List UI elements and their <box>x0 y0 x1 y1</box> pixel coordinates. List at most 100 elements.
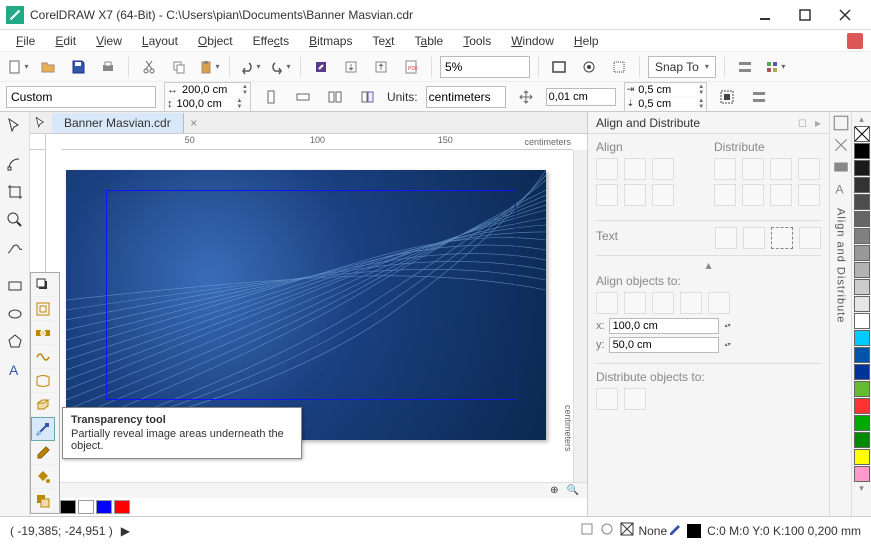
export-button[interactable] <box>369 55 393 79</box>
show-rulers-button[interactable] <box>577 55 601 79</box>
dist-spacing-h-button[interactable] <box>770 158 792 180</box>
vertical-scrollbar[interactable] <box>573 150 587 482</box>
copy-button[interactable] <box>167 55 191 79</box>
zoom-tool[interactable] <box>3 208 27 232</box>
dist-bottom-button[interactable] <box>798 184 820 206</box>
docker-close-icon[interactable]: ▸ <box>815 116 821 130</box>
text-baseline2-button[interactable] <box>743 227 765 249</box>
fill-none-icon[interactable] <box>620 522 634 539</box>
docker-tab-icon[interactable] <box>832 158 850 176</box>
envelope-tool[interactable] <box>31 369 55 393</box>
blend-tool[interactable] <box>31 321 55 345</box>
document-tab[interactable]: Banner Masvian.cdr <box>52 113 184 133</box>
align-left-button[interactable] <box>596 158 618 180</box>
fullscreen-preview-button[interactable] <box>547 55 571 79</box>
menu-view[interactable]: View <box>88 32 130 50</box>
undo-button[interactable]: ▾ <box>238 55 262 79</box>
palette-swatch[interactable] <box>854 466 870 482</box>
menu-file[interactable]: File <box>8 32 43 50</box>
drop-shadow-tool[interactable] <box>31 273 55 297</box>
palette-swatch[interactable] <box>854 330 870 346</box>
save-button[interactable] <box>66 55 90 79</box>
current-page-button[interactable] <box>355 85 379 109</box>
snap-to-dropdown[interactable]: Snap To ▾ <box>648 56 716 78</box>
palette-swatch[interactable] <box>854 245 870 261</box>
print-button[interactable] <box>96 55 120 79</box>
color-eyedropper-tool[interactable] <box>31 441 55 465</box>
color-swatch[interactable] <box>114 500 130 514</box>
color-swatch[interactable] <box>96 500 112 514</box>
new-button[interactable]: ▾ <box>6 55 30 79</box>
align-to-page-center-button[interactable] <box>652 292 674 314</box>
import-button[interactable] <box>339 55 363 79</box>
palette-swatch[interactable] <box>854 347 870 363</box>
launcher-button[interactable]: ▾ <box>763 55 787 79</box>
close-button[interactable] <box>833 5 857 25</box>
align-to-grid-button[interactable] <box>680 292 702 314</box>
rectangle-tool[interactable] <box>3 274 27 298</box>
palette-swatch[interactable] <box>854 381 870 397</box>
docker-collapse-icon[interactable]: ◻ <box>798 116 807 129</box>
crop-tool[interactable] <box>3 180 27 204</box>
docker-tab-label[interactable]: Align and Distribute <box>835 208 847 323</box>
palette-swatch[interactable] <box>854 313 870 329</box>
show-grid-button[interactable] <box>607 55 631 79</box>
palette-swatch[interactable] <box>854 364 870 380</box>
color-swatch[interactable] <box>78 500 94 514</box>
align-to-point-button[interactable] <box>708 292 730 314</box>
pick-tool[interactable] <box>3 114 27 138</box>
align-bottom-button[interactable] <box>652 184 674 206</box>
navigator-icon[interactable]: ⊕ <box>546 485 562 496</box>
text-add-button[interactable] <box>799 227 821 249</box>
y-spinner[interactable]: ▴▾ <box>723 342 733 348</box>
options-button-2[interactable] <box>747 85 771 109</box>
cut-button[interactable] <box>137 55 161 79</box>
menu-window[interactable]: Window <box>503 32 562 50</box>
page-width-input[interactable] <box>180 84 240 96</box>
smart-fill-tool[interactable] <box>31 489 55 513</box>
dist-left-button[interactable] <box>714 158 736 180</box>
palette-swatch[interactable] <box>854 415 870 431</box>
ellipse-tool[interactable] <box>3 302 27 326</box>
align-right-button[interactable] <box>652 158 674 180</box>
redo-button[interactable]: ▾ <box>268 55 292 79</box>
options-button[interactable] <box>733 55 757 79</box>
align-to-page-edge-button[interactable] <box>624 292 646 314</box>
dist-to-selection-button[interactable] <box>596 388 618 410</box>
dist-top-button[interactable] <box>714 184 736 206</box>
paste-button[interactable]: ▾ <box>197 55 221 79</box>
dist-spacing-v-button[interactable] <box>770 184 792 206</box>
extrude-tool[interactable] <box>31 393 55 417</box>
palette-swatch[interactable] <box>854 228 870 244</box>
search-button[interactable] <box>309 55 333 79</box>
horizontal-ruler[interactable]: 50 100 150 centimeters <box>62 134 573 150</box>
outline-color-swatch[interactable] <box>687 524 701 538</box>
dup-x-input[interactable] <box>636 84 696 96</box>
align-top-button[interactable] <box>596 184 618 206</box>
all-pages-button[interactable] <box>323 85 347 109</box>
menu-effects[interactable]: Effects <box>245 32 297 50</box>
x-spinner[interactable]: ▴▾ <box>723 323 733 329</box>
text-baseline-button[interactable] <box>715 227 737 249</box>
docker-tab-icon[interactable] <box>832 114 850 132</box>
color-swatch[interactable] <box>60 500 76 514</box>
page-height-input[interactable] <box>175 98 235 110</box>
menu-edit[interactable]: Edit <box>47 32 84 50</box>
palette-swatch[interactable] <box>854 296 870 312</box>
tab-close-icon[interactable]: × <box>184 116 204 130</box>
no-fill-swatch[interactable] <box>854 126 870 142</box>
menu-layout[interactable]: Layout <box>134 32 186 50</box>
dist-right-button[interactable] <box>798 158 820 180</box>
landscape-button[interactable] <box>291 85 315 109</box>
palette-swatch[interactable] <box>854 262 870 278</box>
polygon-tool[interactable] <box>3 330 27 354</box>
palette-swatch[interactable] <box>854 194 870 210</box>
user-account-icon[interactable] <box>847 33 863 49</box>
maximize-button[interactable] <box>793 5 817 25</box>
palette-swatch[interactable] <box>854 279 870 295</box>
text-outline-button[interactable] <box>771 227 793 249</box>
menu-help[interactable]: Help <box>566 32 607 50</box>
palette-swatch[interactable] <box>854 160 870 176</box>
outline-pen-icon[interactable] <box>667 522 681 539</box>
palette-swatch[interactable] <box>854 398 870 414</box>
